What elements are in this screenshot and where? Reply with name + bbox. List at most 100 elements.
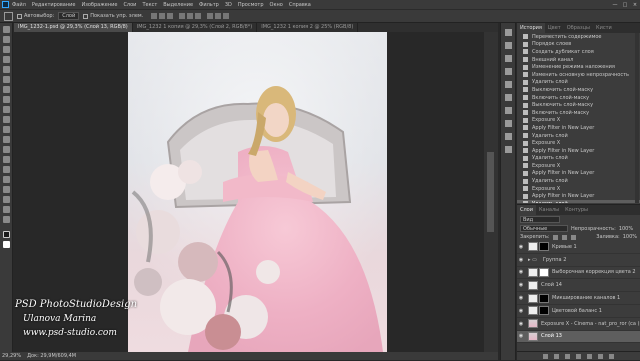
align-bottom-icon[interactable]	[195, 13, 202, 19]
menu-file[interactable]: Файл	[12, 2, 26, 8]
layer-mask-thumbnail[interactable]	[539, 267, 549, 277]
layer-row[interactable]: ◉ Микширование каналов 1	[517, 292, 640, 305]
paragraph-panel-icon[interactable]	[504, 68, 512, 75]
add-mask-icon[interactable]	[565, 354, 570, 359]
layer-row[interactable]: ◉ Exposure X - Cinema - nat_pro_ror (ca (…	[517, 318, 640, 331]
autoselect-checkbox[interactable]	[17, 13, 22, 19]
new-group-icon[interactable]	[587, 354, 592, 359]
layer-name[interactable]: Цветовой баланс 1	[552, 308, 602, 314]
layer-row[interactable]: ◉ ▸ ▭ Группа 2	[517, 254, 640, 267]
history-item[interactable]: Exposure X	[517, 185, 640, 193]
layer-thumbnail[interactable]	[528, 319, 538, 329]
history-item[interactable]: Включить слой-маску	[517, 94, 640, 102]
shape-tool-icon[interactable]	[2, 196, 10, 203]
layer-thumbnail[interactable]	[528, 306, 538, 316]
menu-layers[interactable]: Слои	[123, 2, 136, 8]
menu-image[interactable]: Изображение	[81, 2, 117, 8]
history-item[interactable]: Удалить слой	[517, 200, 640, 203]
dodge-tool-icon[interactable]	[2, 156, 10, 163]
tab-layers[interactable]: Слои	[517, 205, 536, 215]
autoselect-dropdown[interactable]: Слой	[58, 12, 80, 20]
move-tool-icon[interactable]	[2, 26, 10, 33]
tab-document-2[interactable]: IMG_1232 1 копия @ 29,3% (Слой 2, RGB/8*…	[133, 23, 258, 32]
canvas-vertical-scrollbar[interactable]	[484, 32, 498, 352]
clone-stamp-tool-icon[interactable]	[2, 106, 10, 113]
lock-all-icon[interactable]	[570, 234, 576, 240]
document-image[interactable]	[128, 32, 387, 352]
history-item[interactable]: Удалить слой	[517, 177, 640, 185]
tab-paths[interactable]: Контуры	[562, 205, 591, 215]
distribute-h-icon[interactable]	[215, 13, 222, 19]
healing-tool-icon[interactable]	[2, 86, 10, 93]
distribute-v-icon[interactable]	[223, 13, 230, 19]
layer-thumbnail[interactable]	[528, 293, 538, 303]
eye-icon[interactable]: ◉	[517, 308, 525, 314]
adjustment-layer-icon[interactable]	[576, 354, 581, 359]
layer-name[interactable]: Выборочная коррекция цвета 2	[552, 269, 636, 275]
layer-thumbnail[interactable]	[528, 267, 538, 277]
layer-mask-thumbnail[interactable]	[539, 242, 549, 252]
navigator-panel-icon[interactable]	[504, 133, 512, 140]
styles-panel-icon[interactable]	[504, 120, 512, 127]
layer-row[interactable]: ◉ Кривые 1	[517, 241, 640, 254]
layer-thumbnail[interactable]	[528, 242, 538, 252]
history-item[interactable]: Изменение режима наложения	[517, 63, 640, 71]
layer-row[interactable]: ◉ Слой 13	[517, 330, 640, 344]
lock-pixels-icon[interactable]	[552, 234, 558, 240]
history-item[interactable]: Внешний канал	[517, 56, 640, 64]
layer-mask-thumbnail[interactable]	[539, 306, 549, 316]
layer-mask-thumbnail[interactable]	[539, 293, 549, 303]
tab-document-1[interactable]: IMG_1232-1.psd @ 29,3% (Слой 13, RGB/8)	[14, 23, 133, 32]
lock-position-icon[interactable]	[561, 234, 567, 240]
tab-swatches[interactable]: Образцы	[564, 23, 593, 33]
blur-tool-icon[interactable]	[2, 146, 10, 153]
tab-document-3[interactable]: IMG_1232 1 копия 2 @ 25% (RGB/8)	[257, 23, 359, 32]
quick-select-tool-icon[interactable]	[2, 56, 10, 63]
eye-icon[interactable]: ◉	[517, 282, 525, 288]
history-item[interactable]: Apply Filter in New Layer	[517, 124, 640, 132]
tab-channels[interactable]: Каналы	[536, 205, 562, 215]
properties-panel-icon[interactable]	[504, 94, 512, 101]
menu-type[interactable]: Текст	[142, 2, 157, 8]
history-item[interactable]: Apply Filter in New Layer	[517, 192, 640, 200]
layer-name[interactable]: Слой 13	[541, 333, 562, 339]
scrollbar-thumb[interactable]	[487, 152, 494, 232]
eraser-tool-icon[interactable]	[2, 126, 10, 133]
tab-history[interactable]: История	[517, 23, 545, 33]
play-action-icon[interactable]	[504, 29, 512, 36]
layer-name[interactable]: Микширование каналов 1	[552, 295, 620, 301]
align-top-icon[interactable]	[179, 13, 186, 19]
history-brush-tool-icon[interactable]	[2, 116, 10, 123]
maximize-button[interactable]: □	[620, 2, 630, 8]
adjustments-panel-icon[interactable]	[504, 107, 512, 114]
history-item[interactable]: Exposure X	[517, 117, 640, 125]
lasso-tool-icon[interactable]	[2, 46, 10, 53]
align-left-icon[interactable]	[151, 13, 158, 19]
minimize-button[interactable]: —	[610, 2, 620, 8]
align-center-icon[interactable]	[159, 13, 166, 19]
history-item[interactable]: Exposure X	[517, 139, 640, 147]
menu-edit[interactable]: Редактирование	[32, 2, 76, 8]
zoom-tool-icon[interactable]	[2, 216, 10, 223]
trash-icon[interactable]	[609, 354, 614, 359]
blend-mode-dropdown[interactable]: Обычные	[520, 225, 568, 232]
tab-color[interactable]: Цвет	[545, 23, 564, 33]
marquee-tool-icon[interactable]	[2, 36, 10, 43]
layer-name[interactable]: Группа 2	[543, 257, 567, 263]
menu-view[interactable]: Просмотр	[238, 2, 264, 8]
history-item[interactable]: Удалить слой	[517, 79, 640, 87]
layer-filter-dropdown[interactable]: Вид	[520, 216, 560, 223]
history-item[interactable]: Создать дубликат слоя	[517, 48, 640, 56]
history-item[interactable]: Удалить слой	[517, 155, 640, 163]
history-item[interactable]: Apply Filter in New Layer	[517, 170, 640, 178]
type-panel-icon[interactable]	[504, 55, 512, 62]
layer-name[interactable]: Кривые 1	[552, 244, 577, 250]
zoom-level[interactable]: 29,29%	[2, 353, 21, 359]
canvas-area[interactable]: PSD PhotoStudioDesign Ulanova Marina www…	[14, 32, 498, 352]
eye-icon[interactable]: ◉	[517, 295, 525, 301]
type-tool-icon[interactable]	[2, 176, 10, 183]
new-layer-icon[interactable]	[598, 354, 603, 359]
distribute-icon[interactable]	[207, 13, 214, 19]
eye-icon[interactable]: ◉	[517, 269, 525, 275]
eye-icon[interactable]: ◉	[517, 321, 525, 327]
